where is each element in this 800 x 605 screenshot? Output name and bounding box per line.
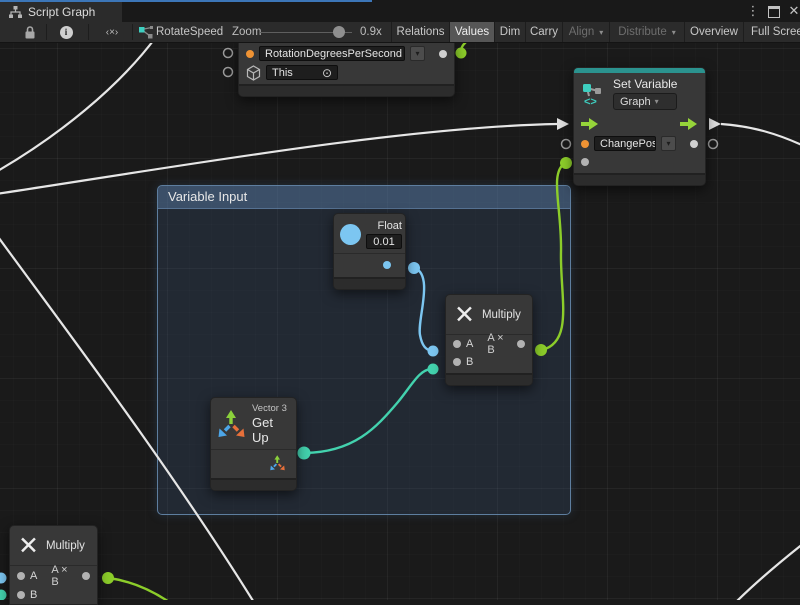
gameobject-cube-icon <box>246 65 261 81</box>
multiply-icon: ✕ <box>18 533 39 559</box>
set-variable-value-port[interactable] <box>581 158 589 166</box>
node-footer <box>211 478 296 490</box>
zoom-slider-handle[interactable] <box>333 26 345 38</box>
zoom-value: 0.9x <box>360 22 382 42</box>
button-label: Dim <box>500 26 520 38</box>
variable-scope-dropdown[interactable]: Graph ▾ <box>613 93 677 110</box>
distribute-dropdown-button[interactable]: Distribute ▾ <box>609 22 684 42</box>
button-label: Align <box>569 26 595 38</box>
target-object-value: This <box>272 66 293 80</box>
variable-name-port[interactable] <box>246 50 254 58</box>
lock-button[interactable] <box>22 22 38 42</box>
tab-title: Script Graph <box>28 5 95 19</box>
full-screen-button[interactable]: Full Screen <box>743 22 800 42</box>
tab-script-graph[interactable]: Script Graph <box>0 2 122 22</box>
node-footer <box>239 84 454 96</box>
variable-name-dropdown[interactable]: RotationDegreesPerSecond <box>259 46 405 61</box>
multiply-icon: ✕ <box>454 302 475 328</box>
button-label: Distribute <box>618 26 667 38</box>
carry-button[interactable]: Carry <box>525 22 562 42</box>
close-button[interactable]: ✕ <box>786 3 800 19</box>
node-vector3-get-up[interactable]: Vector 3 Get Up <box>210 397 297 491</box>
graph-toolbar: i ‹×› RotateSpeed Zoom 0.9x Relations Va… <box>0 22 800 43</box>
button-label: Overview <box>690 26 738 38</box>
multiply-a-port[interactable] <box>17 572 25 580</box>
multiply-a-port[interactable] <box>453 340 461 348</box>
flow-input-port[interactable] <box>581 118 599 130</box>
graph-breadcrumb[interactable]: RotateSpeed <box>156 22 223 42</box>
multiply-output-label: A × B <box>487 332 512 356</box>
button-label: Full Screen <box>751 26 800 38</box>
multiply-a-label: A <box>30 570 37 582</box>
node-set-variable[interactable]: <> Set Variable Graph ▾ ChangePos ▾ <box>573 67 706 186</box>
variable-scope-value: Graph <box>620 96 651 108</box>
multiply-title: Multiply <box>482 309 521 321</box>
set-variable-dropdown-button[interactable]: ▾ <box>661 136 676 151</box>
button-label: Relations <box>397 26 445 38</box>
vector3-type-label: Vector 3 <box>252 403 289 414</box>
set-variable-title: Set Variable <box>613 77 677 91</box>
node-get-variable[interactable]: RotationDegreesPerSecond ▾ This ⊙ <box>238 42 455 97</box>
lock-icon <box>24 26 36 39</box>
toolbar-separator <box>132 24 133 40</box>
float-type-label: Float <box>378 220 402 232</box>
multiply-b-port[interactable] <box>17 591 25 599</box>
object-picker-icon[interactable]: ⊙ <box>322 66 332 80</box>
node-multiply-main[interactable]: ✕ Multiply A A × B B <box>445 294 533 386</box>
info-icon: i <box>60 26 73 39</box>
toolbar-separator <box>46 24 47 40</box>
multiply-b-label: B <box>466 356 473 368</box>
toolbar-separator <box>88 24 89 40</box>
variable-dropdown-button[interactable]: ▾ <box>410 46 425 61</box>
node-footer <box>446 373 532 385</box>
target-object-field[interactable]: This ⊙ <box>266 65 338 80</box>
multiply-output-label: A × B <box>51 564 77 588</box>
script-graph-icon <box>9 6 22 18</box>
get-up-title: Get Up <box>252 415 289 445</box>
float-output-port[interactable] <box>383 261 391 269</box>
set-variable-name-dropdown[interactable]: ChangePos <box>594 136 656 151</box>
chevron-down-icon: ▾ <box>672 28 676 37</box>
multiply-b-label: B <box>30 589 37 601</box>
dim-button[interactable]: Dim <box>494 22 525 42</box>
multiply-output-port[interactable] <box>517 340 525 348</box>
group-header[interactable]: Variable Input <box>158 186 570 209</box>
button-label: Carry <box>530 26 558 38</box>
flow-output-port[interactable] <box>680 118 698 130</box>
maximize-button[interactable] <box>768 6 780 18</box>
chevron-down-icon: ▾ <box>599 28 603 37</box>
variable-brackets-icon: <> <box>584 96 597 106</box>
get-variable-output-port[interactable] <box>439 50 447 58</box>
zoom-label: Zoom <box>232 22 261 42</box>
vector3-axes-icon <box>218 410 245 438</box>
info-button[interactable]: i <box>58 22 74 42</box>
node-footer <box>334 277 405 289</box>
relations-button[interactable]: Relations <box>391 22 449 42</box>
multiply-a-label: A <box>466 338 473 350</box>
values-button[interactable]: Values <box>449 22 494 42</box>
float-type-icon <box>340 224 361 245</box>
overview-button[interactable]: Overview <box>684 22 743 42</box>
set-variable-graph-icon: <> <box>582 82 606 106</box>
title-bar: Script Graph ⋮ ✕ <box>0 0 800 22</box>
set-variable-output-port[interactable] <box>690 140 698 148</box>
window-menu-button[interactable]: ⋮ <box>745 3 761 19</box>
node-footer <box>574 173 705 185</box>
code-toggle-button[interactable]: ‹×› <box>98 22 126 42</box>
graph-breadcrumb-icon <box>139 22 153 42</box>
vector3-output-port[interactable] <box>270 455 285 471</box>
group-title: Variable Input <box>168 189 247 204</box>
scope-dropdown-arrow-icon: ▾ <box>655 97 659 106</box>
float-value-input[interactable]: 0.01 <box>366 234 402 249</box>
align-dropdown-button[interactable]: Align ▾ <box>562 22 609 42</box>
node-multiply-bottom[interactable]: ✕ Multiply A A × B B <box>9 525 98 605</box>
multiply-b-port[interactable] <box>453 358 461 366</box>
button-label: Values <box>455 26 489 38</box>
multiply-output-port[interactable] <box>82 572 90 580</box>
variable-name-port[interactable] <box>581 140 589 148</box>
multiply-title: Multiply <box>46 540 85 552</box>
node-float-literal[interactable]: Float 0.01 <box>333 213 406 290</box>
